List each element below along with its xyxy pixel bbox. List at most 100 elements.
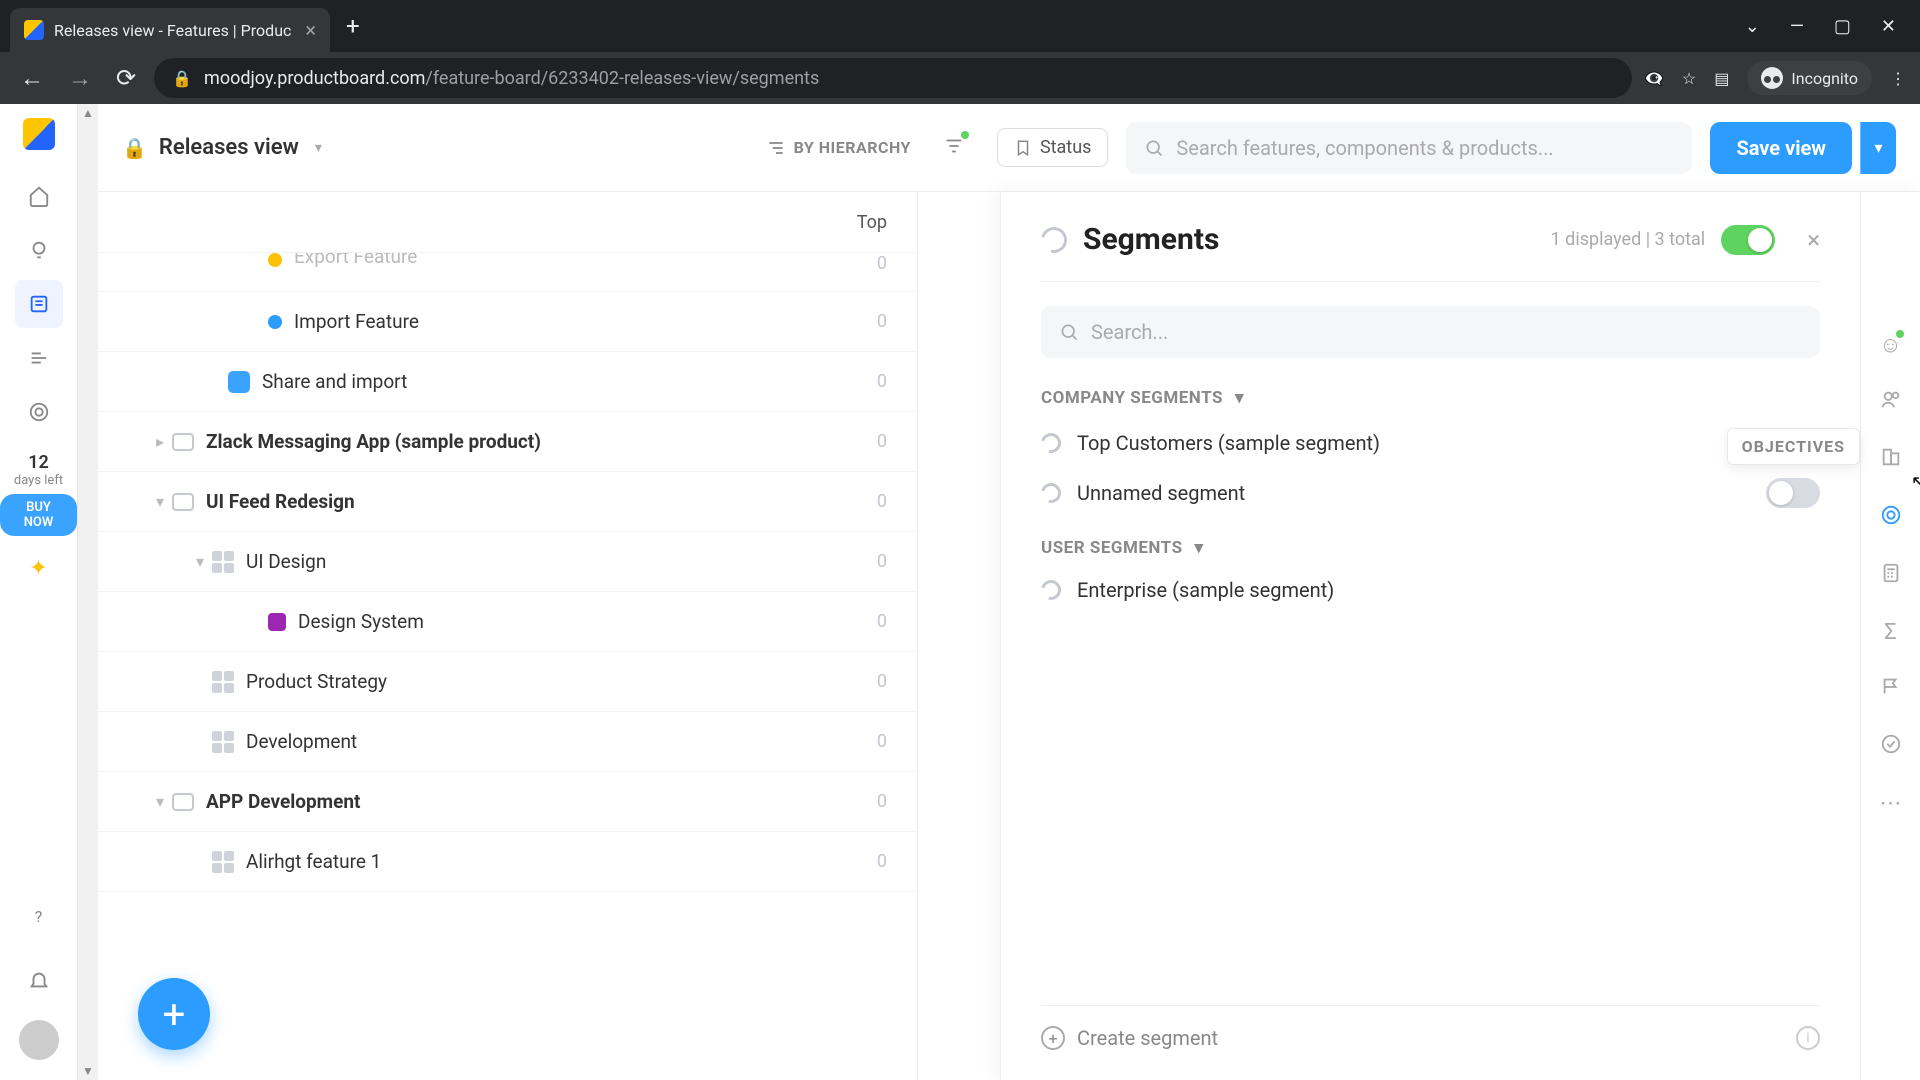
url-input[interactable]: 🔒 moodjoy.productboard.com/feature-board…	[154, 58, 1632, 98]
add-feature-fab[interactable]: +	[138, 978, 210, 1050]
component-row-alirhgt[interactable]: ▾ Alirhgt feature 1 0	[98, 832, 917, 892]
feature-row-design-system[interactable]: Design System 0	[98, 592, 917, 652]
panel-icon[interactable]: ▤	[1714, 69, 1729, 88]
status-column-button[interactable]: Status	[997, 128, 1108, 167]
browser-tab-strip: Releases view - Features | Produc × + ⌄ …	[0, 0, 1920, 52]
segment-icon	[1037, 576, 1064, 603]
segments-panel: Segments 1 displayed | 3 total × Search.…	[1000, 192, 1920, 1080]
segment-row-top-customers[interactable]: Top Customers (sample segment)	[1041, 428, 1820, 458]
feature-row-export[interactable]: Export Feature 0	[98, 252, 917, 292]
chevron-down-icon[interactable]: ▾	[315, 140, 322, 156]
nav-insights[interactable]	[15, 226, 63, 274]
tabs-dropdown-icon[interactable]: ⌄	[1745, 16, 1760, 37]
forward-button[interactable]: →	[62, 58, 98, 99]
kebab-menu-icon[interactable]: ⋮	[1890, 69, 1906, 88]
segment-row-enterprise[interactable]: Enterprise (sample segment)	[1041, 578, 1820, 602]
group-label: COMPANY SEGMENTS	[1041, 388, 1223, 408]
help-icon[interactable]: ?	[15, 892, 63, 940]
collapse-icon[interactable]: ▾	[188, 552, 212, 571]
segments-icon	[1036, 222, 1072, 258]
group-header-user[interactable]: USER SEGMENTS ▾	[1041, 538, 1820, 558]
incognito-badge[interactable]: Incognito	[1747, 61, 1872, 95]
hierarchy-toggle[interactable]: BY HIERARCHY	[766, 138, 911, 158]
objectives-icon[interactable]	[1880, 504, 1902, 532]
more-icon[interactable]: ⋯	[1880, 791, 1902, 816]
product-row-ui-feed[interactable]: ▾ UI Feed Redesign 0	[98, 472, 917, 532]
app-logo-icon[interactable]	[23, 118, 55, 150]
user-avatar[interactable]	[19, 1020, 59, 1060]
segment-toggle[interactable]	[1766, 478, 1820, 508]
buy-now-button[interactable]: BUY NOW	[0, 494, 77, 536]
sparkle-icon[interactable]: ✦	[29, 556, 47, 581]
feedback-icon[interactable]: ☺	[1879, 332, 1901, 358]
nav-home[interactable]	[15, 172, 63, 220]
save-view-button[interactable]: Save view	[1710, 122, 1852, 174]
segment-label: Top Customers (sample segment)	[1077, 431, 1750, 455]
segment-row-unnamed[interactable]: Unnamed segment	[1041, 478, 1820, 508]
app-root: 12 days left BUY NOW ✦ ? ▲ ▼ 🔒 Releases …	[0, 104, 1920, 1080]
feature-value: 0	[877, 731, 887, 752]
calculator-icon[interactable]	[1880, 562, 1902, 590]
expand-icon[interactable]: ▸	[148, 432, 172, 451]
notifications-icon[interactable]	[15, 956, 63, 1004]
new-tab-button[interactable]: +	[346, 12, 360, 40]
close-window-icon[interactable]: ✕	[1881, 16, 1896, 37]
product-icon	[172, 493, 194, 511]
filter-button[interactable]	[943, 135, 965, 161]
feature-row-share-import[interactable]: Share and import 0	[98, 352, 917, 412]
info-icon[interactable]: i	[1796, 1026, 1820, 1050]
bookmark-star-icon[interactable]: ☆	[1682, 69, 1696, 88]
minimize-icon[interactable]: —	[1790, 16, 1804, 37]
nav-features[interactable]	[15, 280, 63, 328]
window-controls: ⌄ — ▢ ✕	[1745, 16, 1920, 37]
browser-tab[interactable]: Releases view - Features | Produc ×	[10, 8, 330, 52]
collapse-icon[interactable]: ▾	[148, 492, 172, 511]
scroll-up-icon[interactable]: ▲	[82, 106, 94, 120]
component-icon	[212, 731, 234, 753]
tasks-icon[interactable]	[1880, 733, 1902, 761]
view-title[interactable]: 🔒 Releases view ▾	[122, 135, 322, 160]
status-dot-icon	[268, 315, 282, 329]
view-name: Releases view	[159, 135, 299, 160]
releases-icon[interactable]	[1880, 675, 1902, 703]
create-segment-button[interactable]: Create segment	[1077, 1026, 1218, 1050]
vertical-scrollbar[interactable]: ▲ ▼	[78, 104, 98, 1080]
feature-search-input[interactable]: Search features, components & products..…	[1126, 122, 1692, 174]
eye-off-icon[interactable]: 👁️‍🗨️	[1644, 69, 1664, 88]
reload-button[interactable]: ⟳	[110, 58, 142, 98]
tab-close-icon[interactable]: ×	[305, 18, 316, 42]
segments-master-toggle[interactable]	[1721, 225, 1775, 255]
product-row-zlack[interactable]: ▸ Zlack Messaging App (sample product) 0	[98, 412, 917, 472]
feature-value: 0	[877, 491, 887, 512]
favicon-icon	[24, 20, 44, 40]
scroll-down-icon[interactable]: ▼	[82, 1064, 94, 1078]
product-row-app-dev[interactable]: ▾ APP Development 0	[98, 772, 917, 832]
divider	[1041, 281, 1820, 282]
company-icon[interactable]	[1880, 446, 1902, 474]
product-label: APP Development	[206, 790, 877, 813]
component-icon	[228, 371, 250, 393]
nav-portal[interactable]	[15, 388, 63, 436]
feature-row-import[interactable]: Import Feature 0	[98, 292, 917, 352]
group-header-company[interactable]: COMPANY SEGMENTS ▾	[1041, 388, 1820, 408]
chevron-down-icon: ▾	[1235, 388, 1244, 408]
save-view-dropdown[interactable]: ▾	[1860, 122, 1896, 174]
nav-roadmap[interactable]	[15, 334, 63, 382]
segment-label: Enterprise (sample segment)	[1077, 578, 1820, 602]
component-label: Alirhgt feature 1	[246, 850, 877, 873]
topbar: 🔒 Releases view ▾ BY HIERARCHY Status Se…	[98, 104, 1920, 192]
sigma-icon[interactable]: Σ	[1884, 620, 1897, 645]
segment-search-input[interactable]: Search...	[1041, 306, 1820, 358]
back-button[interactable]: ←	[14, 58, 50, 99]
users-icon[interactable]	[1880, 388, 1902, 416]
group-label: USER SEGMENTS	[1041, 538, 1183, 558]
close-panel-icon[interactable]: ×	[1807, 226, 1820, 254]
collapse-icon[interactable]: ▾	[148, 792, 172, 811]
component-row-product-strategy[interactable]: ▾ Product Strategy 0	[98, 652, 917, 712]
right-config-rail: ☺ OBJECTIVES Σ	[1860, 192, 1920, 1080]
maximize-icon[interactable]: ▢	[1834, 16, 1851, 37]
chevron-down-icon: ▾	[1195, 538, 1204, 558]
component-row-development[interactable]: ▾ Development 0	[98, 712, 917, 772]
component-row-ui-design[interactable]: ▾ UI Design 0	[98, 532, 917, 592]
search-placeholder: Search...	[1091, 320, 1168, 344]
